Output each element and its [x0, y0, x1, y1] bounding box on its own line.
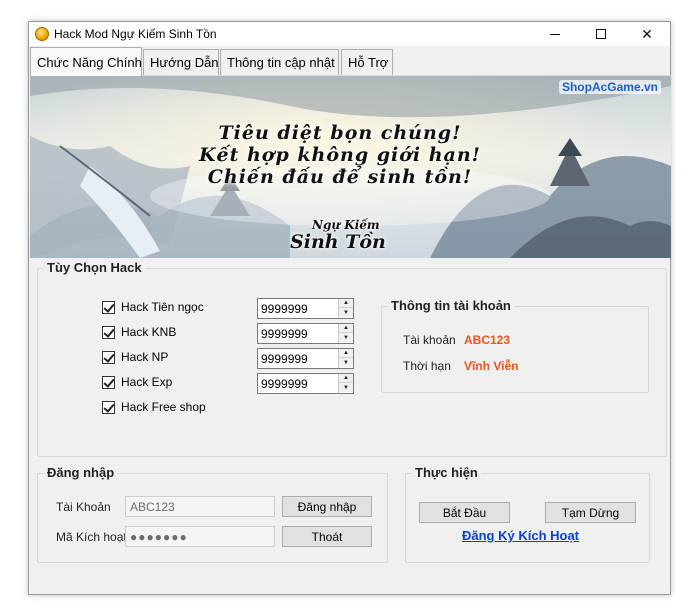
stepper-down-icon[interactable]: ▼	[339, 333, 353, 342]
stepper-up-icon[interactable]: ▲	[339, 374, 353, 383]
execute-legend: Thực hiện	[412, 465, 481, 480]
stepper-up-icon[interactable]: ▲	[339, 324, 353, 333]
hack-free-shop-checkbox[interactable]: Hack Free shop	[102, 399, 206, 415]
slogan-line: Chiến đấu để sinh tồn!	[207, 166, 473, 188]
stepper-value[interactable]: 9999999	[261, 377, 308, 391]
minimize-button[interactable]	[532, 22, 578, 46]
tab-guide[interactable]: Hướng Dẫn	[143, 49, 219, 75]
hack-tien-ngoc-checkbox[interactable]: Hack Tiên ngọc	[102, 299, 204, 315]
title-bar[interactable]: Hack Mod Ngự Kiếm Sinh Tồn ✕	[29, 22, 670, 46]
stepper-value[interactable]: 9999999	[261, 302, 308, 316]
np-stepper[interactable]: 9999999 ▲ ▼	[257, 348, 354, 369]
knb-stepper[interactable]: 9999999 ▲ ▼	[257, 323, 354, 344]
close-icon: ✕	[641, 25, 653, 42]
register-activation-link[interactable]: Đăng Ký Kích Hoạt	[462, 528, 579, 543]
stepper-buttons: ▲ ▼	[338, 374, 353, 393]
tien-ngoc-stepper[interactable]: 9999999 ▲ ▼	[257, 298, 354, 319]
execute-group: Thực hiện Bắt Đầu Tạm Dừng Đăng Ký Kích …	[405, 465, 650, 563]
login-group: Đăng nhập Tài Khoản ABC123 Đăng nhập Mã …	[37, 465, 388, 563]
exp-stepper[interactable]: 9999999 ▲ ▼	[257, 373, 354, 394]
account-info-legend: Thông tin tài khoản	[388, 298, 514, 313]
duration-label: Thời hạn	[403, 359, 451, 373]
checkbox-checked-icon[interactable]	[102, 350, 115, 364]
start-button[interactable]: Bắt Đầu	[419, 502, 510, 523]
game-banner: ShopAcGame.vn Tiêu diệt bọn chúng! Kết h…	[30, 76, 671, 258]
slogan-line: Kết hợp không giới hạn!	[198, 144, 482, 166]
stepper-value[interactable]: 9999999	[261, 352, 308, 366]
checkbox-checked-icon[interactable]	[102, 325, 115, 339]
pause-button[interactable]: Tạm Dừng	[545, 502, 636, 523]
stepper-buttons: ▲ ▼	[338, 349, 353, 368]
game-logo: Ngự Kiếm Sinh Tồn	[290, 218, 386, 253]
tab-update-info[interactable]: Thông tin cập nhật	[220, 49, 339, 75]
slogan-line: Tiêu diệt bọn chúng!	[218, 122, 462, 144]
maximize-button[interactable]	[578, 22, 624, 46]
game-logo-line: Sinh Tồn	[290, 231, 386, 253]
exit-button[interactable]: Thoát	[282, 526, 372, 547]
duration-value: Vĩnh Viễn	[464, 359, 519, 373]
checkbox-checked-icon[interactable]	[102, 375, 115, 389]
stepper-up-icon[interactable]: ▲	[339, 299, 353, 308]
stepper-buttons: ▲ ▼	[338, 324, 353, 343]
window-title: Hack Mod Ngự Kiếm Sinh Tồn	[54, 27, 217, 41]
checkbox-checked-icon[interactable]	[102, 400, 115, 414]
checkbox-label: Hack Free shop	[121, 400, 206, 414]
tab-main-functions[interactable]: Chức Năng Chính	[30, 47, 142, 76]
stepper-down-icon[interactable]: ▼	[339, 383, 353, 392]
tab-support[interactable]: Hỗ Trợ	[341, 49, 393, 75]
stepper-buttons: ▲ ▼	[338, 299, 353, 318]
app-coin-icon	[35, 27, 49, 41]
stepper-down-icon[interactable]: ▼	[339, 308, 353, 317]
stepper-down-icon[interactable]: ▼	[339, 358, 353, 367]
checkbox-label: Hack KNB	[121, 325, 177, 339]
shop-logo: ShopAcGame.vn	[558, 80, 661, 94]
login-button[interactable]: Đăng nhập	[282, 496, 372, 517]
account-label: Tài khoản	[403, 333, 456, 347]
banner-slogan: Tiêu diệt bọn chúng! Kết hợp không giới …	[195, 122, 485, 188]
activation-code-input[interactable]: ●●●●●●●	[125, 526, 275, 547]
hack-knb-checkbox[interactable]: Hack KNB	[102, 324, 176, 340]
hack-exp-checkbox[interactable]: Hack Exp	[102, 374, 172, 390]
app-window: Hack Mod Ngự Kiếm Sinh Tồn ✕ Chức Năng C…	[28, 21, 671, 595]
main-tab-panel: ShopAcGame.vn Tiêu diệt bọn chúng! Kết h…	[30, 75, 671, 595]
account-info-group: Thông tin tài khoản Tài khoản ABC123 Thờ…	[381, 298, 649, 393]
checkbox-label: Hack Tiên ngọc	[121, 300, 204, 314]
login-legend: Đăng nhập	[44, 465, 118, 480]
stepper-up-icon[interactable]: ▲	[339, 349, 353, 358]
minimize-icon	[550, 33, 560, 35]
stepper-value[interactable]: 9999999	[261, 327, 308, 341]
account-field-label: Tài Khoản	[56, 500, 111, 514]
hack-np-checkbox[interactable]: Hack NP	[102, 349, 168, 365]
account-value: ABC123	[464, 333, 511, 347]
checkbox-label: Hack Exp	[121, 375, 173, 389]
account-input[interactable]: ABC123	[125, 496, 275, 517]
hack-options-legend: Tùy Chọn Hack	[44, 260, 145, 275]
checkbox-checked-icon[interactable]	[102, 300, 115, 314]
checkbox-label: Hack NP	[121, 350, 169, 364]
close-button[interactable]: ✕	[624, 22, 670, 46]
maximize-icon	[596, 29, 606, 39]
activation-code-label: Mã Kích hoạt	[56, 530, 127, 544]
